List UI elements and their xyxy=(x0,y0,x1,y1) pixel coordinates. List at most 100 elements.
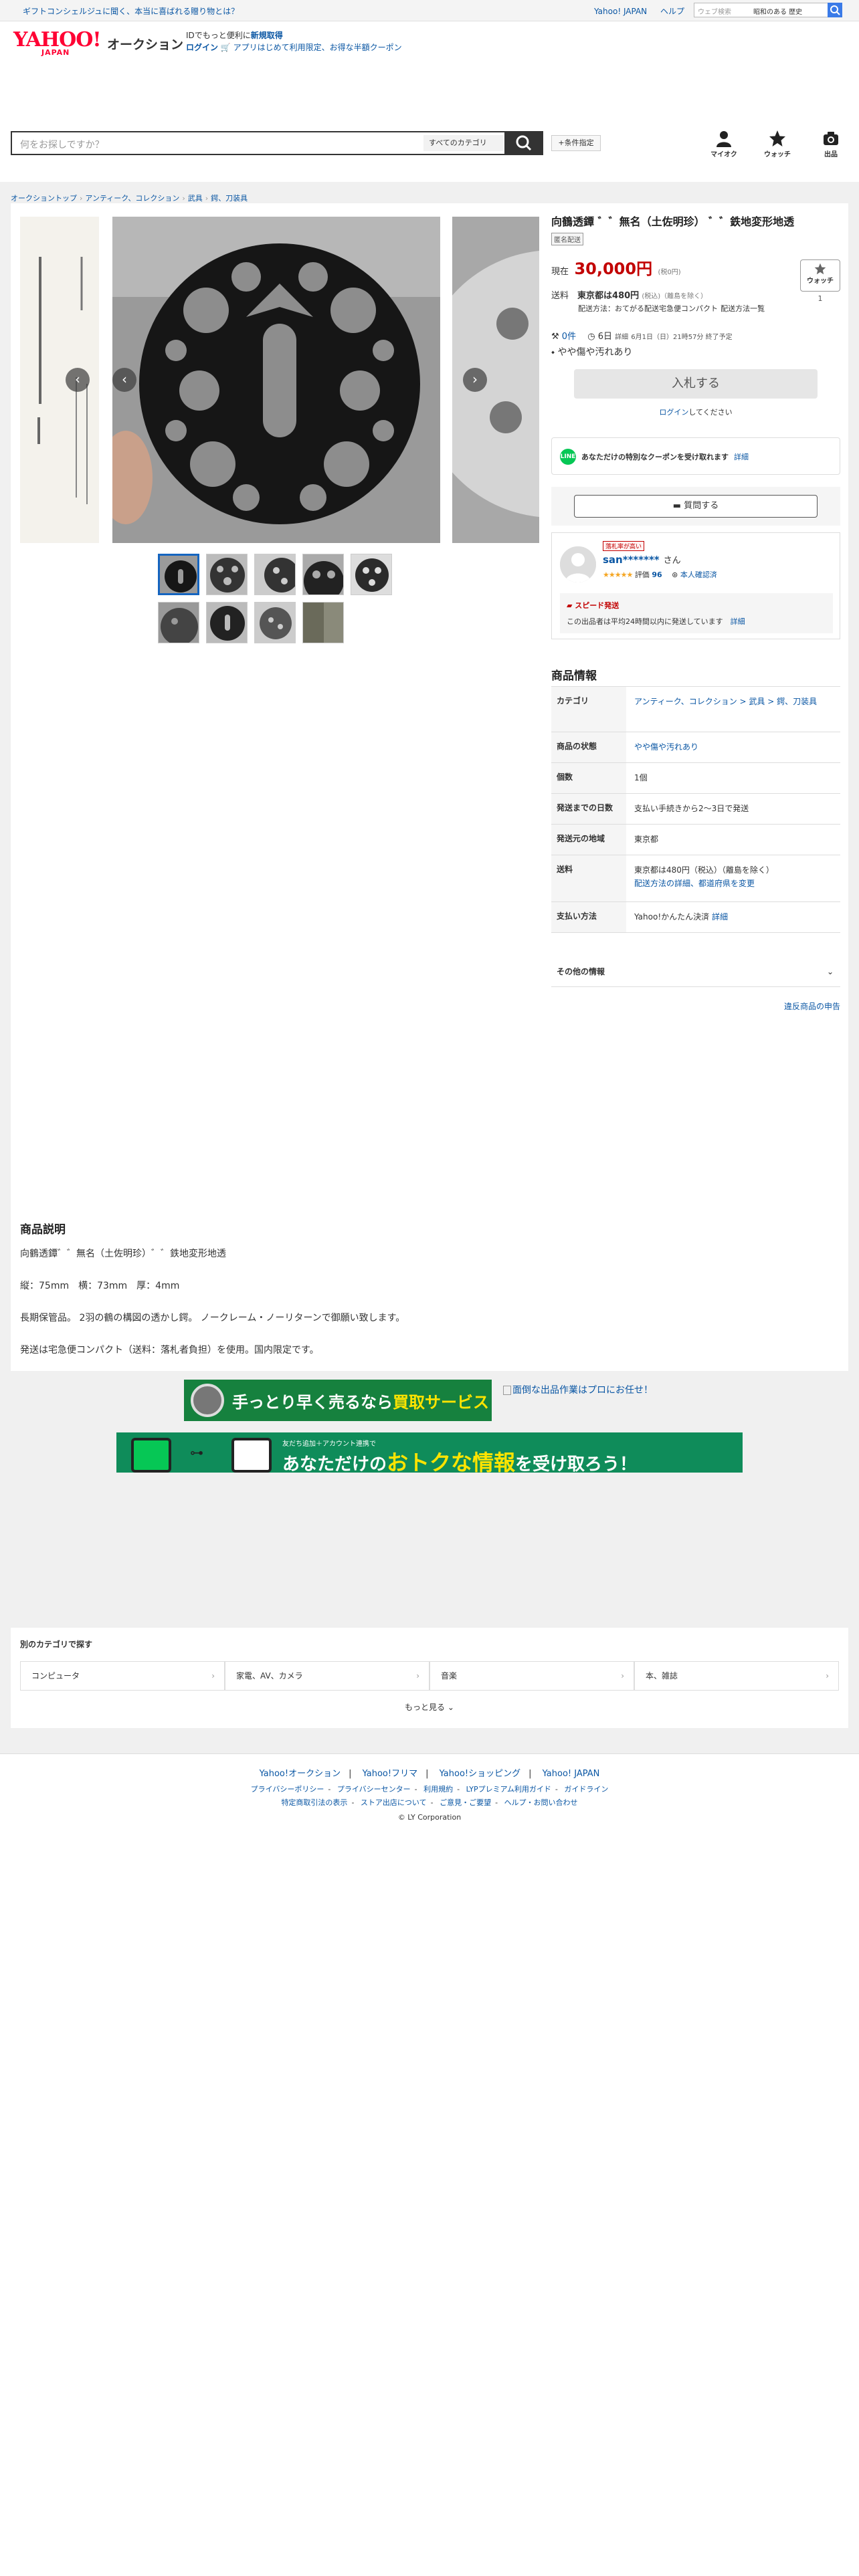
line-info-banner[interactable]: ⊶ 友だち追加＋アカウント連携で あなただけのおトクな情報を受け取ろう！ xyxy=(116,1432,743,1473)
thumbnail[interactable] xyxy=(254,602,296,643)
bid-button[interactable]: 入札する xyxy=(574,369,818,399)
link-icon: ⊶ xyxy=(190,1444,203,1461)
time-left: 6日 xyxy=(597,332,612,342)
clock-icon: ◷ xyxy=(587,332,595,342)
report-link[interactable]: 違反商品の申告 xyxy=(551,1000,840,1012)
pro-listing-banner[interactable]: 面倒な出品作業はプロにお任せ！ xyxy=(503,1383,653,1396)
more-categories-button[interactable]: もっと見る ⌄ xyxy=(11,1701,848,1713)
gallery-main-image[interactable]: ‹ › xyxy=(112,217,440,543)
footer-link[interactable]: 利用規約 xyxy=(423,1785,453,1794)
payment-detail-link[interactable]: 詳細 xyxy=(712,912,728,922)
breadcrumb-armor[interactable]: 武具 xyxy=(188,194,203,203)
yahoo-auction-logo[interactable]: YAHOO! JAPAN オークション xyxy=(13,28,183,57)
search-button[interactable] xyxy=(504,131,543,155)
seller-avatar[interactable] xyxy=(560,546,596,582)
footer-link[interactable]: LYPプレミアム利用ガイド xyxy=(466,1785,551,1794)
thumbnail[interactable] xyxy=(302,554,344,595)
buyback-banner[interactable]: 手っとり早く売るなら買取サービス xyxy=(184,1380,492,1421)
category-select[interactable]: すべてのカテゴリ xyxy=(423,135,504,151)
promo-link[interactable]: ギフトコンシェルジュに聞く、本当に喜ばれる贈り物とは？ xyxy=(23,5,239,17)
condition-value-link[interactable]: やや傷や汚れあり xyxy=(634,742,698,752)
other-info-toggle[interactable]: その他の情報 ⌄ xyxy=(551,956,840,987)
my-auction-button[interactable]: マイオク xyxy=(704,130,744,158)
footer-link[interactable]: Yahoo!フリマ xyxy=(363,1769,417,1779)
description-line: 長期保管品。 2羽の鶴の構図の透かし鍔。 ノークレーム・ノーリターンで御願い致し… xyxy=(20,1313,405,1323)
thumbnail[interactable] xyxy=(158,602,199,643)
rating-count-link[interactable]: 96 xyxy=(652,570,662,579)
login-link[interactable]: ログイン xyxy=(186,43,218,52)
gallery-prev-button[interactable]: ‹ xyxy=(112,368,136,392)
category-item[interactable]: 家電、AV、カメラ › xyxy=(225,1661,430,1691)
price-row: 現在 30,000円 (税0円) xyxy=(551,255,681,279)
web-search-keyword: 昭和のある 歴史 xyxy=(753,9,803,16)
login-note: ログインしてください xyxy=(551,407,840,417)
thumbnail[interactable] xyxy=(206,602,248,643)
shipping-method: 配送方法：おてがる配送宅急便コンパクト xyxy=(578,304,718,313)
breadcrumb-top[interactable]: オークショントップ xyxy=(11,194,77,203)
breadcrumb-tsuba[interactable]: 鍔、刀装具 xyxy=(211,194,248,203)
category-item[interactable]: 本、雑誌 › xyxy=(634,1661,839,1691)
bid-count-link[interactable]: 0件 xyxy=(562,332,576,342)
info-key: 送料 xyxy=(551,855,626,901)
time-detail-link[interactable]: 詳細 xyxy=(615,334,628,341)
info-key: カテゴリ xyxy=(551,687,626,732)
web-search-button[interactable] xyxy=(828,3,842,17)
category-item[interactable]: コンピュータ › xyxy=(20,1661,225,1691)
top-bar: ギフトコンシェルジュに聞く、本当に喜ばれる贈り物とは？ Yahoo! JAPAN… xyxy=(0,0,859,21)
thumbnail[interactable] xyxy=(254,554,296,595)
description-line: 縦：75mm 横：73mm 厚：4mm xyxy=(20,1281,180,1291)
seller-name-link[interactable]: san******* xyxy=(603,554,660,566)
gallery-next-arrow[interactable]: › xyxy=(463,368,487,392)
shipping-methods-link[interactable]: 配送方法一覧 xyxy=(721,304,765,313)
info-row-category: カテゴリ アンティーク、コレクション > 武具 > 鍔、刀装具 xyxy=(551,687,840,732)
thumbnail[interactable] xyxy=(206,554,248,595)
category-item[interactable]: 音楽 › xyxy=(430,1661,634,1691)
watch-list-button[interactable]: ウォッチ xyxy=(757,130,797,158)
broken-image-icon xyxy=(503,1386,511,1395)
footer-link[interactable]: ヘルプ・お問い合わせ xyxy=(504,1798,578,1807)
footer-link[interactable]: プライバシーポリシー xyxy=(251,1785,324,1794)
condition-button[interactable]: +条件指定 xyxy=(551,135,601,151)
footer-link[interactable]: 特定商取引法の表示 xyxy=(281,1798,347,1807)
watch-button[interactable]: ウォッチ xyxy=(800,259,840,292)
thumbnail[interactable] xyxy=(302,602,344,643)
top-links: Yahoo! JAPAN ヘルプ xyxy=(594,5,695,17)
end-time: 6月1日（日）21時57分 終了予定 xyxy=(631,334,733,341)
footer-link[interactable]: Yahoo!ショッピング xyxy=(440,1769,520,1779)
description-heading: 商品説明 xyxy=(20,1223,66,1237)
current-price: 30,000円 xyxy=(574,259,653,278)
footer-link[interactable]: ガイドライン xyxy=(564,1785,608,1794)
sell-button[interactable]: 出品 xyxy=(811,130,851,158)
yahoo-japan-link[interactable]: Yahoo! JAPAN xyxy=(594,7,647,16)
verified-link[interactable]: 本人確認済 xyxy=(680,570,717,579)
line-coupon-box[interactable]: LINE あなただけの特別なクーポンを受け取れます 詳細 xyxy=(551,437,840,475)
web-search-input[interactable]: ウェブ検索 昭和のある 歴史 xyxy=(694,3,842,17)
thumbnail[interactable] xyxy=(351,554,392,595)
app-coupon-link[interactable]: 🛒 アプリはじめて利用限定、お得な半額クーポン xyxy=(221,43,402,52)
footer-link[interactable]: プライバシーセンター xyxy=(337,1785,411,1794)
speed-shipping-box: ▰ スピード発送 この出品者は平均24時間以内に発送しています 詳細 xyxy=(560,593,833,633)
speed-detail-link[interactable]: 詳細 xyxy=(731,617,745,626)
banner3-post: を受け取ろう！ xyxy=(515,1455,638,1473)
info-key: 個数 xyxy=(551,763,626,793)
search-input[interactable]: 何をお探しですか？ xyxy=(20,138,104,151)
logo-service-text: オークション xyxy=(107,37,184,52)
gallery-prev-arrow[interactable]: ‹ xyxy=(66,368,90,392)
breadcrumb-antique[interactable]: アンティーク、コレクション xyxy=(85,194,179,203)
description-line: 向鶴透鐔゛゛無名（土佐明珍）゛゛鉄地変形地透 xyxy=(20,1249,226,1259)
register-link[interactable]: 新規取得 xyxy=(251,31,283,40)
coupon-detail-link[interactable]: 詳細 xyxy=(734,453,749,461)
footer-link[interactable]: Yahoo!オークション xyxy=(260,1769,341,1779)
login-to-bid-link[interactable]: ログイン xyxy=(659,408,688,417)
ask-question-button[interactable]: ▬ 質問する xyxy=(574,495,818,518)
footer-link[interactable]: ご意見・ご要望 xyxy=(440,1798,491,1807)
category-value-link[interactable]: アンティーク、コレクション > 武具 > 鍔、刀装具 xyxy=(634,697,817,706)
shipping-detail-link[interactable]: 配送方法の詳細、都道府県を変更 xyxy=(634,879,755,888)
description-line: 発送は宅急便コンパクト（送料：落札者負担）を使用。国内限定です。 xyxy=(20,1345,319,1356)
category-label: 本、雑誌 xyxy=(646,1671,678,1681)
my-auction-label: マイオク xyxy=(710,151,737,158)
footer-link[interactable]: ストア出店について xyxy=(361,1798,427,1807)
help-link[interactable]: ヘルプ xyxy=(660,7,684,16)
thumbnail[interactable] xyxy=(158,554,199,595)
footer-link[interactable]: Yahoo! JAPAN xyxy=(543,1769,600,1779)
